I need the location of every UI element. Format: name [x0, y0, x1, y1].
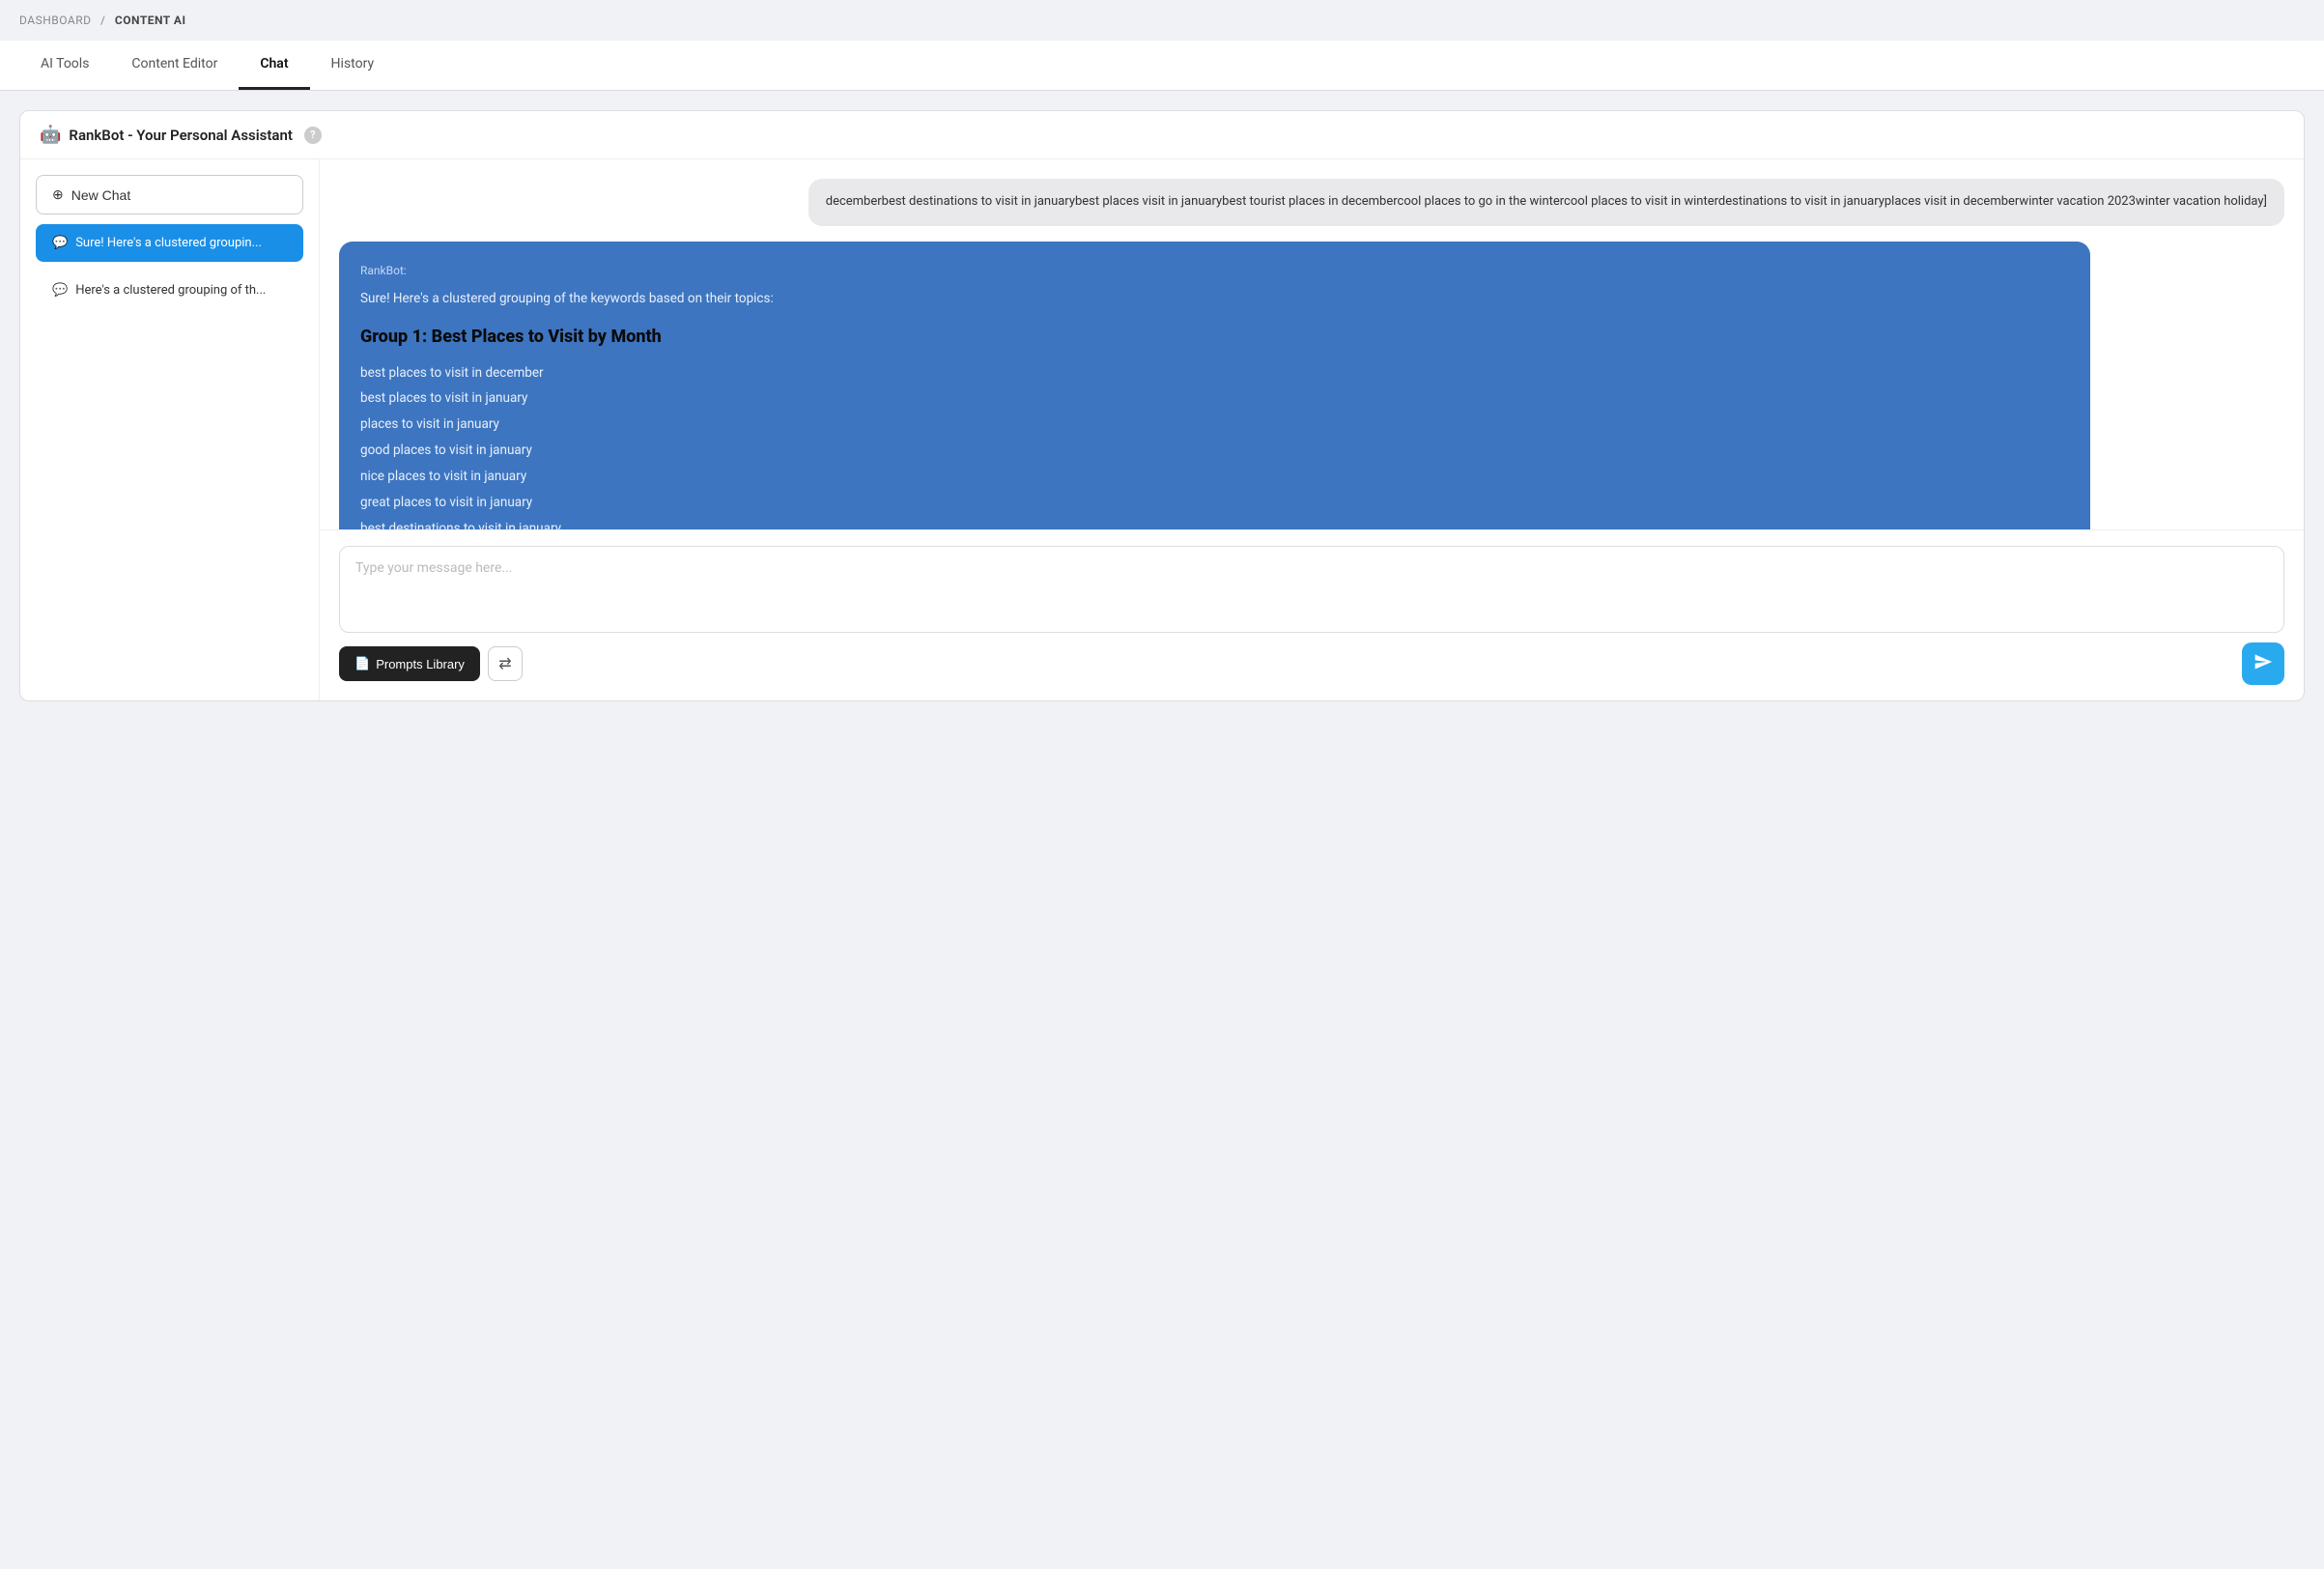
- chat-input-area: Type your message here... 📄 Prompts Libr…: [320, 529, 2304, 700]
- chat-messages: decemberbest destinations to visit in ja…: [320, 159, 2304, 529]
- chat-title: RankBot - Your Personal Assistant: [69, 127, 292, 144]
- chat-icon-1: 💬: [52, 236, 68, 250]
- tab-content-editor[interactable]: Content Editor: [110, 41, 239, 90]
- keyword-item: best places to visit in december: [360, 362, 2069, 385]
- breadcrumb-root: DASHBOARD: [19, 14, 91, 27]
- chat-body: ⊕ New Chat 💬 Sure! Here's a clustered gr…: [20, 159, 2304, 700]
- send-icon: [2253, 652, 2273, 676]
- bot-sender-label: RankBot:: [360, 261, 2069, 280]
- prompts-library-label: Prompts Library: [376, 657, 465, 671]
- group-title: Group 1: Best Places to Visit by Month: [360, 326, 2069, 348]
- history-item-label-1: Sure! Here's a clustered groupin...: [75, 236, 262, 250]
- breadcrumb: DASHBOARD / CONTENT AI: [0, 0, 2324, 41]
- input-left-actions: 📄 Prompts Library ⇄: [339, 646, 523, 681]
- history-item-1[interactable]: 💬 Sure! Here's a clustered groupin...: [36, 224, 303, 262]
- user-message-1: decemberbest destinations to visit in ja…: [808, 179, 2284, 226]
- plus-icon: ⊕: [52, 186, 64, 203]
- chat-icon-2: 💬: [52, 283, 68, 298]
- history-item-label-2: Here's a clustered grouping of th...: [75, 283, 266, 298]
- breadcrumb-current: CONTENT AI: [115, 14, 186, 27]
- keyword-item: nice places to visit in january: [360, 466, 2069, 488]
- rankbot-icon: 🤖: [40, 125, 61, 145]
- tabs-bar: AI Tools Content Editor Chat History: [0, 41, 2324, 91]
- history-item-2[interactable]: 💬 Here's a clustered grouping of th...: [36, 271, 303, 309]
- send-button[interactable]: [2242, 642, 2284, 685]
- help-icon[interactable]: ?: [304, 127, 322, 144]
- chat-header: 🤖 RankBot - Your Personal Assistant ?: [20, 111, 2304, 159]
- tab-ai-tools[interactable]: AI Tools: [19, 41, 110, 90]
- page-body: 🤖 RankBot - Your Personal Assistant ? ⊕ …: [0, 91, 2324, 721]
- breadcrumb-separator: /: [100, 14, 105, 27]
- prompts-library-icon: 📄: [354, 656, 370, 671]
- keyword-item: great places to visit in january: [360, 492, 2069, 514]
- bot-intro: Sure! Here's a clustered grouping of the…: [360, 288, 2069, 310]
- input-placeholder: Type your message here...: [355, 560, 512, 576]
- new-chat-label: New Chat: [71, 187, 130, 203]
- bot-message-1: RankBot: Sure! Here's a clustered groupi…: [339, 242, 2090, 529]
- tab-chat[interactable]: Chat: [239, 41, 309, 90]
- keyword-item: best destinations to visit in january: [360, 518, 2069, 529]
- chat-input-actions: 📄 Prompts Library ⇄: [339, 642, 2284, 685]
- keyword-list: best places to visit in december best pl…: [360, 362, 2069, 529]
- chat-container: 🤖 RankBot - Your Personal Assistant ? ⊕ …: [19, 110, 2305, 701]
- tab-history[interactable]: History: [310, 41, 396, 90]
- keyword-item: best places to visit in january: [360, 387, 2069, 410]
- chat-input-box: Type your message here...: [339, 546, 2284, 633]
- new-chat-button[interactable]: ⊕ New Chat: [36, 175, 303, 214]
- chat-main: decemberbest destinations to visit in ja…: [320, 159, 2304, 700]
- refresh-button[interactable]: ⇄: [488, 646, 523, 681]
- refresh-icon: ⇄: [498, 654, 511, 673]
- keyword-item: good places to visit in january: [360, 440, 2069, 462]
- prompts-library-button[interactable]: 📄 Prompts Library: [339, 646, 480, 681]
- keyword-item: places to visit in january: [360, 414, 2069, 436]
- chat-sidebar: ⊕ New Chat 💬 Sure! Here's a clustered gr…: [20, 159, 320, 700]
